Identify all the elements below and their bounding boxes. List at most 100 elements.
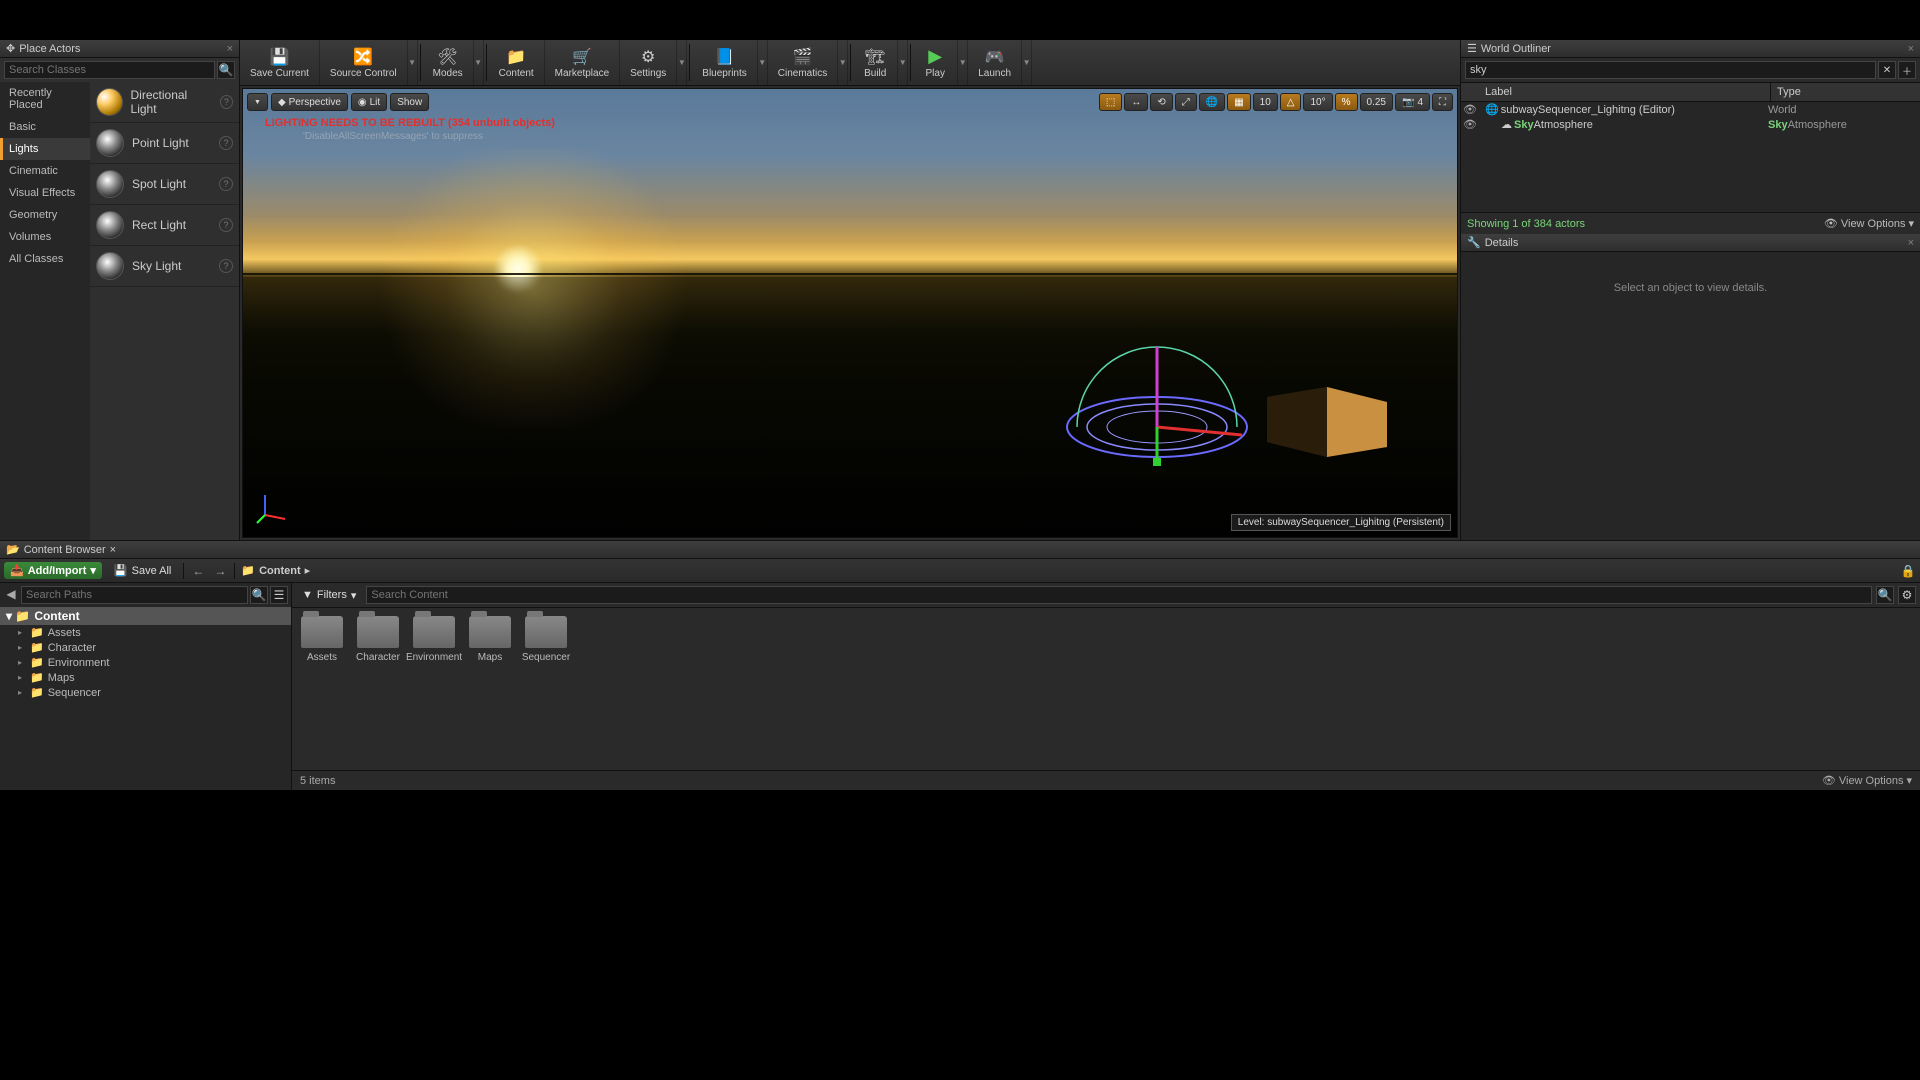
play-button[interactable]: ▶Play — [913, 40, 958, 85]
add-import-button[interactable]: 📥 Add/Import ▾ — [4, 562, 102, 579]
folder-maps[interactable]: Maps — [468, 616, 512, 762]
view-options-button[interactable]: 👁 View Options ▾ — [1822, 774, 1912, 787]
column-label[interactable]: Label — [1479, 83, 1770, 101]
help-icon[interactable]: ? — [219, 259, 233, 273]
content-browser-tab[interactable]: 📂 Content Browser × — [0, 541, 1920, 559]
tree-root-content[interactable]: ▾ 📁 Content — [0, 607, 291, 625]
lock-button[interactable]: 🔒 — [1900, 563, 1916, 579]
search-icon[interactable]: 🔍 — [217, 61, 235, 79]
category-cinematic[interactable]: Cinematic — [0, 160, 90, 182]
blueprints-button[interactable]: 📘Blueprints — [692, 40, 757, 85]
actor-item-sky-light[interactable]: Sky Light? — [90, 246, 239, 287]
source-control-button[interactable]: 🔀Source Control — [320, 40, 408, 85]
help-icon[interactable]: ? — [219, 177, 233, 191]
tree-item-character[interactable]: ▸📁 Character — [0, 640, 291, 655]
tree-item-environment[interactable]: ▸📁 Environment — [0, 655, 291, 670]
viewport-options-button[interactable]: ▼ — [247, 93, 268, 111]
category-visual-effects[interactable]: Visual Effects — [0, 182, 90, 204]
scale-mode-button[interactable]: ⤢ — [1175, 93, 1197, 111]
close-icon[interactable]: × — [1908, 237, 1914, 249]
tree-item-maps[interactable]: ▸📁 Maps — [0, 670, 291, 685]
select-mode-button[interactable]: ⬚ — [1099, 93, 1122, 111]
outliner-row[interactable]: 👁☁ SkyAtmosphereSkyAtmosphere — [1461, 117, 1920, 132]
tree-toggle-button[interactable]: ◀ — [3, 586, 19, 602]
visibility-icon[interactable]: 👁 — [1463, 118, 1477, 131]
world-outliner-tab[interactable]: ☰ World Outliner × — [1461, 40, 1920, 58]
breadcrumb[interactable]: 📁 Content ▸ — [241, 564, 310, 577]
folder-sequencer[interactable]: Sequencer — [524, 616, 568, 762]
search-icon[interactable]: 🔍 — [250, 586, 268, 604]
category-geometry[interactable]: Geometry — [0, 204, 90, 226]
play-dropdown[interactable]: ▼ — [958, 40, 968, 85]
build-button[interactable]: 🏗Build — [853, 40, 898, 85]
clear-search-button[interactable]: ✕ — [1878, 61, 1896, 79]
launch-dropdown[interactable]: ▼ — [1022, 40, 1032, 85]
scale-snap-value[interactable]: 0.25 — [1360, 93, 1393, 111]
column-type[interactable]: Type — [1770, 83, 1920, 101]
category-volumes[interactable]: Volumes — [0, 226, 90, 248]
save-current-button[interactable]: 💾Save Current — [240, 40, 320, 85]
category-basic[interactable]: Basic — [0, 116, 90, 138]
search-paths-input[interactable] — [21, 586, 248, 604]
content-button[interactable]: 📁Content — [489, 40, 545, 85]
cinematics-button[interactable]: 🎬Cinematics — [768, 40, 838, 85]
filters-button[interactable]: ▼ Filters ▾ — [296, 587, 362, 604]
category-recently-placed[interactable]: Recently Placed — [0, 82, 90, 116]
perspective-button[interactable]: ◆ Perspective — [271, 93, 348, 111]
coord-space-button[interactable]: 🌐 — [1199, 93, 1225, 111]
actor-item-directional-light[interactable]: Directional Light? — [90, 82, 239, 123]
help-icon[interactable]: ? — [219, 136, 233, 150]
tree-item-sequencer[interactable]: ▸📁 Sequencer — [0, 685, 291, 700]
maximize-viewport-button[interactable]: ⛶ — [1432, 93, 1453, 111]
category-all-classes[interactable]: All Classes — [0, 248, 90, 270]
tree-item-assets[interactable]: ▸📁 Assets — [0, 625, 291, 640]
add-actor-button[interactable]: ＋ — [1898, 61, 1916, 79]
help-icon[interactable]: ? — [219, 218, 233, 232]
cinematics-dropdown[interactable]: ▼ — [838, 40, 848, 85]
camera-speed-button[interactable]: 📷 4 — [1395, 93, 1430, 111]
details-tab[interactable]: 🔧 Details × — [1461, 234, 1920, 252]
modes-button[interactable]: 🛠Modes — [423, 40, 474, 85]
settings-icon[interactable]: ⚙ — [1898, 586, 1916, 604]
marketplace-button[interactable]: 🛒Marketplace — [545, 40, 620, 85]
visibility-icon[interactable]: 👁 — [1463, 103, 1477, 116]
scale-snap-button[interactable]: % — [1335, 93, 1358, 111]
rotation-gizmo[interactable] — [1057, 327, 1257, 477]
angle-snap-button[interactable]: △ — [1280, 93, 1302, 111]
translate-mode-button[interactable]: ↔ — [1124, 93, 1148, 111]
blueprints-dropdown[interactable]: ▼ — [758, 40, 768, 85]
folder-assets[interactable]: Assets — [300, 616, 344, 762]
search-icon[interactable]: 🔍 — [1876, 586, 1894, 604]
angle-snap-value[interactable]: 10° — [1303, 93, 1332, 111]
close-icon[interactable]: × — [227, 43, 233, 55]
surface-snap-button[interactable]: ▦ — [1227, 93, 1250, 111]
modes-dropdown[interactable]: ▼ — [474, 40, 484, 85]
source-control-dropdown[interactable]: ▼ — [408, 40, 418, 85]
launch-button[interactable]: 🎮Launch — [968, 40, 1022, 85]
place-actors-tab[interactable]: ✥ Place Actors × — [0, 40, 239, 58]
show-button[interactable]: Show — [390, 93, 429, 111]
actor-item-spot-light[interactable]: Spot Light? — [90, 164, 239, 205]
actor-item-rect-light[interactable]: Rect Light? — [90, 205, 239, 246]
view-options-button[interactable]: 👁 View Options ▾ — [1824, 217, 1914, 230]
build-dropdown[interactable]: ▼ — [898, 40, 908, 85]
settings-dropdown[interactable]: ▼ — [677, 40, 687, 85]
world-outliner-search[interactable] — [1465, 61, 1876, 79]
help-icon[interactable]: ? — [220, 95, 233, 109]
tree-options-button[interactable]: ☰ — [270, 586, 288, 604]
search-content-input[interactable] — [366, 586, 1872, 604]
close-icon[interactable]: × — [1908, 43, 1914, 55]
save-all-button[interactable]: 💾 Save All — [108, 562, 177, 579]
category-lights[interactable]: Lights — [0, 138, 90, 160]
grid-snap-value[interactable]: 10 — [1253, 93, 1278, 111]
rotate-mode-button[interactable]: ⟲ — [1150, 93, 1172, 111]
settings-button[interactable]: ⚙Settings — [620, 40, 677, 85]
outliner-row[interactable]: 👁🌐 subwaySequencer_Lighitng (Editor)Worl… — [1461, 102, 1920, 117]
search-classes-input[interactable] — [4, 61, 215, 79]
actor-item-point-light[interactable]: Point Light? — [90, 123, 239, 164]
nav-forward-button[interactable]: → — [212, 563, 228, 579]
lit-button[interactable]: ◉ Lit — [351, 93, 387, 111]
viewport[interactable]: LIGHTING NEEDS TO BE REBUILT (354 unbuil… — [242, 88, 1458, 538]
close-icon[interactable]: × — [110, 544, 116, 556]
folder-environment[interactable]: Environment — [412, 616, 456, 762]
